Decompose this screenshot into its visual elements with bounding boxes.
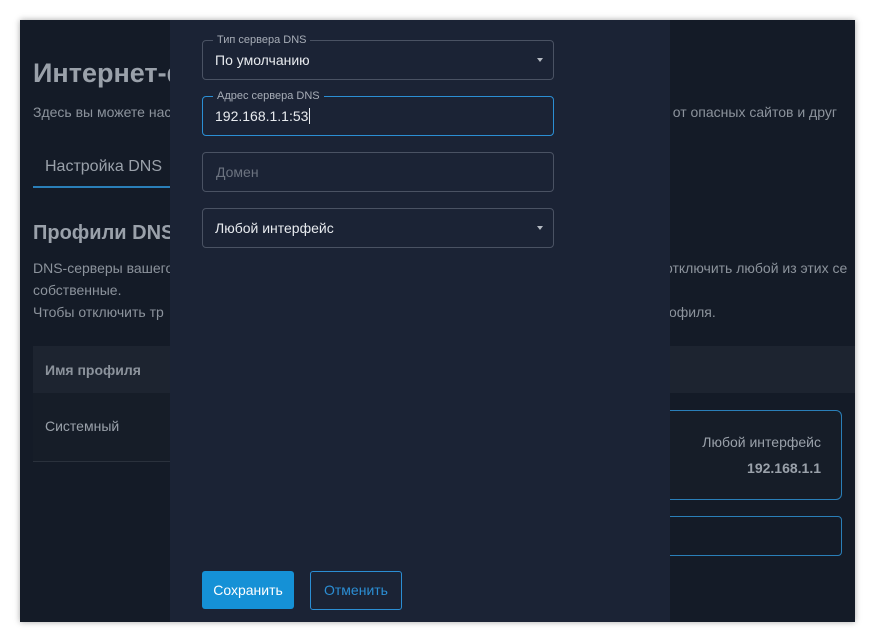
interface-card-ip: 192.168.1.1 bbox=[747, 460, 821, 476]
section-title: Профили DNS bbox=[33, 222, 175, 244]
page-title: Интернет-ф bbox=[33, 58, 191, 88]
dns-address-value: 192.168.1.1:53 bbox=[215, 108, 309, 124]
column-header-profile-name: Имя профиля bbox=[45, 362, 141, 378]
section-text-line1: DNS-серверы вашего bbox=[33, 260, 174, 276]
page-description: Здесь вы можете нас bbox=[33, 104, 172, 120]
cancel-button[interactable]: Отменить bbox=[310, 571, 402, 610]
chevron-down-icon bbox=[537, 58, 543, 62]
tab-dns-settings[interactable]: Настройка DNS bbox=[33, 148, 183, 188]
page-description-continued: тв от опасных сайтов и друг bbox=[655, 104, 837, 120]
dns-type-select[interactable]: Тип сервера DNS По умолчанию bbox=[202, 33, 554, 80]
dns-address-field[interactable]: Адрес сервера DNS 192.168.1.1:53 bbox=[202, 89, 554, 136]
dns-type-label: Тип сервера DNS bbox=[213, 33, 311, 47]
section-text-line3: Чтобы отключить тр bbox=[33, 304, 164, 320]
save-button[interactable]: Сохранить bbox=[202, 571, 294, 609]
add-server-card[interactable] bbox=[660, 516, 842, 556]
dns-address-label: Адрес сервера DNS bbox=[213, 89, 324, 103]
section-text-line1-continued: отключить любой из этих се bbox=[665, 260, 848, 276]
dns-type-value: По умолчанию bbox=[215, 52, 310, 68]
dns-address-value-wrap: 192.168.1.1:53 bbox=[215, 108, 311, 124]
interface-value: Любой интерфейс bbox=[215, 220, 334, 236]
section-text-line3-continued: офиля. bbox=[669, 304, 716, 320]
interface-card[interactable]: Любой интерфейс 192.168.1.1 bbox=[660, 410, 842, 500]
interface-select[interactable]: Любой интерфейс bbox=[202, 208, 554, 248]
domain-field[interactable]: Домен bbox=[202, 152, 554, 192]
domain-placeholder: Домен bbox=[216, 164, 259, 180]
profile-name-cell: Системный bbox=[45, 418, 120, 434]
table-row[interactable]: Системный bbox=[33, 393, 183, 462]
interface-card-name: Любой интерфейс bbox=[702, 434, 821, 450]
chevron-down-icon bbox=[537, 226, 543, 230]
dns-server-modal: Тип сервера DNS По умолчанию Адрес серве… bbox=[170, 20, 670, 622]
text-cursor bbox=[309, 108, 311, 124]
app-window: Интернет-ф Здесь вы можете нас тв от опа… bbox=[20, 20, 855, 622]
section-text-line2: собственные. bbox=[33, 282, 122, 298]
tab-label: Настройка DNS bbox=[45, 158, 162, 175]
